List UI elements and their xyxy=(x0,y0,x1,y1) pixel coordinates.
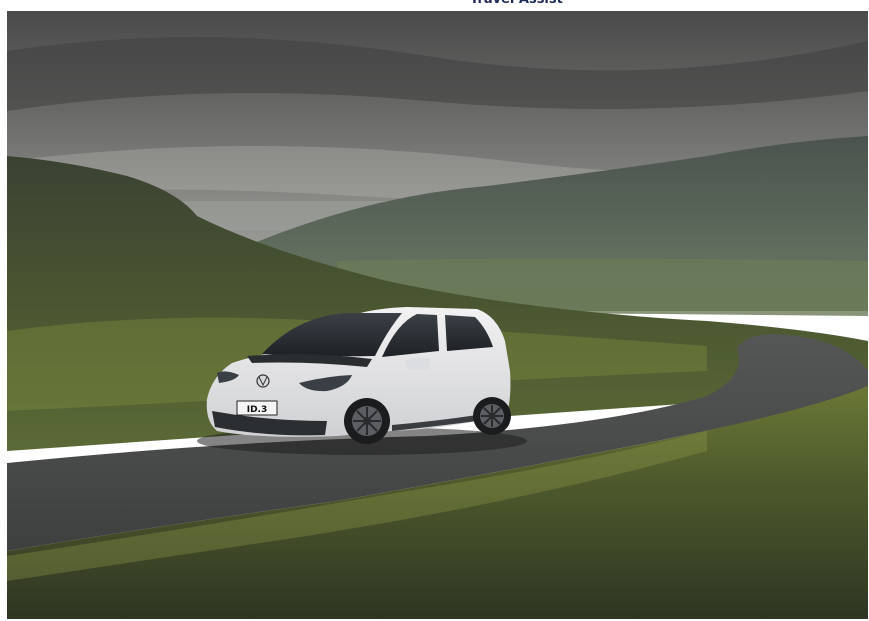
front-wheel xyxy=(344,398,390,444)
license-plate-text: ID.3 xyxy=(247,405,268,415)
top-caption: Travel Assist xyxy=(470,0,730,9)
car-on-mountain-road-photo: ID.3 xyxy=(7,11,868,619)
photo-canvas: ID.3 xyxy=(7,11,868,619)
rear-wheel xyxy=(473,397,511,435)
